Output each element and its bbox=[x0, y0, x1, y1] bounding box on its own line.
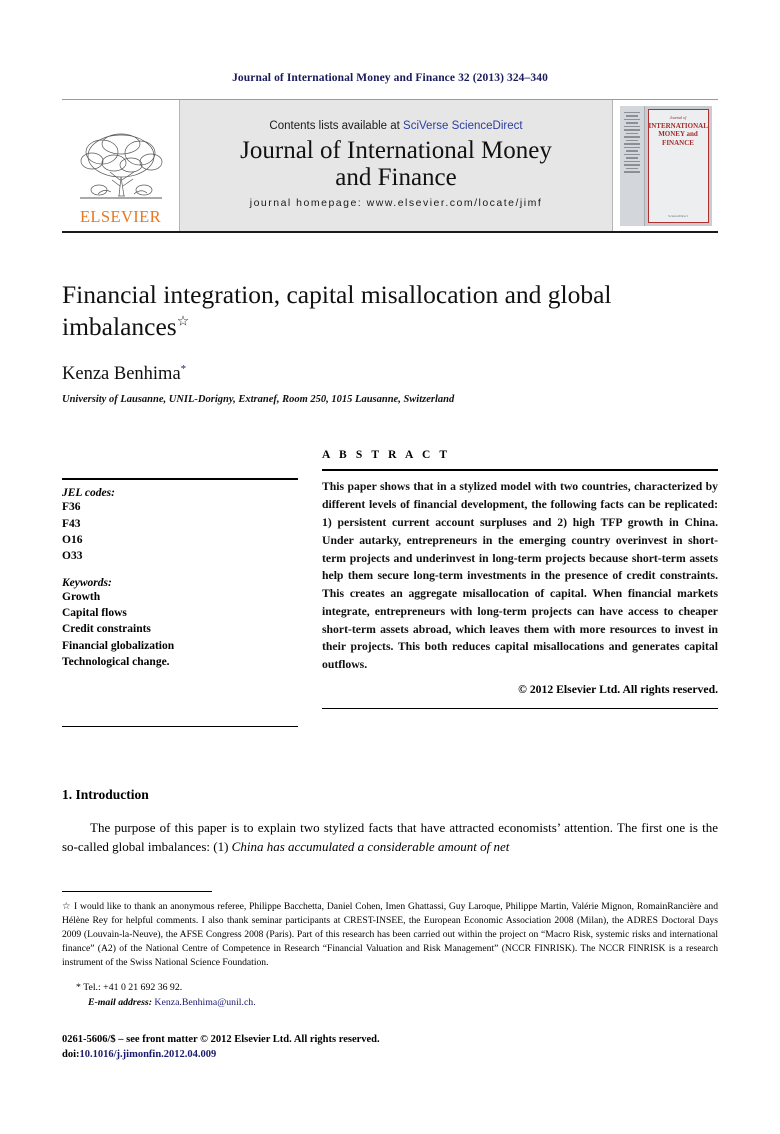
footnote-acknowledgement: ☆ I would like to thank an anonymous refe… bbox=[62, 900, 718, 970]
journal-masthead: ELSEVIER Contents lists available at Sci… bbox=[62, 99, 718, 233]
footnote-rule bbox=[62, 891, 212, 893]
keyword-item: Capital flows bbox=[62, 607, 127, 620]
contents-available-line: Contents lists available at SciVerse Sci… bbox=[269, 120, 522, 132]
abstract-top-rule bbox=[322, 469, 718, 472]
author-text: Kenza Benhima bbox=[62, 364, 181, 385]
cover-front: Journal of INTERNATIONAL MONEY and FINAN… bbox=[647, 108, 709, 223]
jel-heading: JEL codes: bbox=[62, 487, 115, 500]
info-top-rule bbox=[62, 478, 298, 481]
email-address-link[interactable]: Kenza.Benhima@unil.ch. bbox=[154, 997, 255, 1008]
front-matter-line: 0261-5606/$ – see front matter © 2012 El… bbox=[62, 1033, 380, 1045]
cover-title: INTERNATIONAL MONEY and FINANCE bbox=[648, 121, 708, 148]
email-label: E-mail address: bbox=[88, 996, 152, 1008]
abstract-text: This paper shows that in a stylized mode… bbox=[322, 480, 718, 672]
author-footnote-marker[interactable]: * bbox=[181, 363, 187, 375]
journal-cover-block: Journal of INTERNATIONAL MONEY and FINAN… bbox=[612, 100, 718, 231]
article-info-column: JEL codes: F36 F43 O16 O33 Keywords: Gro… bbox=[62, 449, 298, 728]
footnote-star-marker: ☆ bbox=[62, 901, 72, 913]
journal-title: Journal of International Money and Finan… bbox=[240, 137, 552, 191]
intro-paragraph: The purpose of this paper is to explain … bbox=[62, 819, 718, 856]
journal-cover-image: Journal of INTERNATIONAL MONEY and FINAN… bbox=[619, 105, 712, 226]
footnote-tel-text: Tel.: +41 0 21 692 36 92. bbox=[83, 981, 183, 993]
section-heading-introduction: 1. Introduction bbox=[62, 787, 149, 803]
cover-footer: ScienceDirect bbox=[668, 213, 688, 218]
article-first-page: Journal of International Money and Finan… bbox=[0, 0, 780, 1134]
jel-code: O33 bbox=[62, 550, 83, 563]
info-bottom-rule bbox=[62, 726, 298, 728]
sciencedirect-link[interactable]: SciVerse ScienceDirect bbox=[403, 120, 523, 132]
contents-prefix: Contents lists available at bbox=[269, 120, 404, 132]
title-block: Financial integration, capital misalloca… bbox=[62, 279, 718, 405]
abstract-bottom-rule bbox=[322, 708, 718, 709]
keyword-item: Technological change. bbox=[62, 656, 170, 669]
abstract-copyright: © 2012 Elsevier Ltd. All rights reserved… bbox=[518, 683, 718, 696]
publisher-logo-block: ELSEVIER bbox=[62, 100, 180, 231]
footnote-acknowledgement-text: I would like to thank an anonymous refer… bbox=[62, 901, 718, 969]
footnote-area: ☆ I would like to thank an anonymous refe… bbox=[62, 891, 718, 1062]
keyword-item: Financial globalization bbox=[62, 639, 175, 652]
jel-code: O16 bbox=[62, 534, 83, 547]
footnote-telephone: * Tel.: +41 0 21 692 36 92. bbox=[62, 982, 718, 993]
article-info-abstract: JEL codes: F36 F43 O16 O33 Keywords: Gro… bbox=[62, 449, 718, 728]
running-head: Journal of International Money and Finan… bbox=[232, 72, 548, 84]
journal-homepage-link[interactable]: journal homepage: www.elsevier.com/locat… bbox=[250, 197, 543, 209]
doi-line: doi:10.1016/j.jimonfin.2012.04.009 bbox=[62, 1047, 718, 1062]
paper-title-text: Financial integration, capital misalloca… bbox=[62, 280, 612, 342]
title-footnote-marker[interactable]: ☆ bbox=[177, 315, 190, 330]
doi-label: doi: bbox=[62, 1048, 80, 1060]
keyword-item: Credit constraints bbox=[62, 623, 151, 636]
cover-spine bbox=[619, 105, 645, 226]
intro-paragraph-italic: China has accumulated a considerable amo… bbox=[231, 838, 510, 854]
publisher-name: ELSEVIER bbox=[79, 207, 162, 226]
jel-code: F36 bbox=[62, 501, 81, 514]
abstract-heading: A B S T R A C T bbox=[322, 449, 451, 462]
cover-kicker: Journal of bbox=[669, 114, 687, 120]
author-affiliation: University of Lausanne, UNIL-Dorigny, Ex… bbox=[62, 394, 455, 406]
masthead-center: Contents lists available at SciVerse Sci… bbox=[180, 100, 612, 231]
jel-code: F43 bbox=[62, 517, 81, 530]
imprint-block: 0261-5606/$ – see front matter © 2012 El… bbox=[62, 1032, 718, 1062]
author-name: Kenza Benhima* bbox=[62, 363, 718, 385]
doi-link[interactable]: 10.1016/j.jimonfin.2012.04.009 bbox=[80, 1049, 217, 1060]
keyword-item: Growth bbox=[62, 590, 101, 603]
page-title: Financial integration, capital misalloca… bbox=[62, 279, 662, 343]
elsevier-tree-icon bbox=[79, 133, 162, 199]
keywords-heading: Keywords: bbox=[62, 576, 112, 589]
abstract-column: A B S T R A C T This paper shows that in… bbox=[322, 449, 718, 727]
footnote-email: E-mail address: Kenza.Benhima@unil.ch. bbox=[62, 997, 718, 1008]
footnote-tel-marker: * bbox=[76, 981, 81, 993]
